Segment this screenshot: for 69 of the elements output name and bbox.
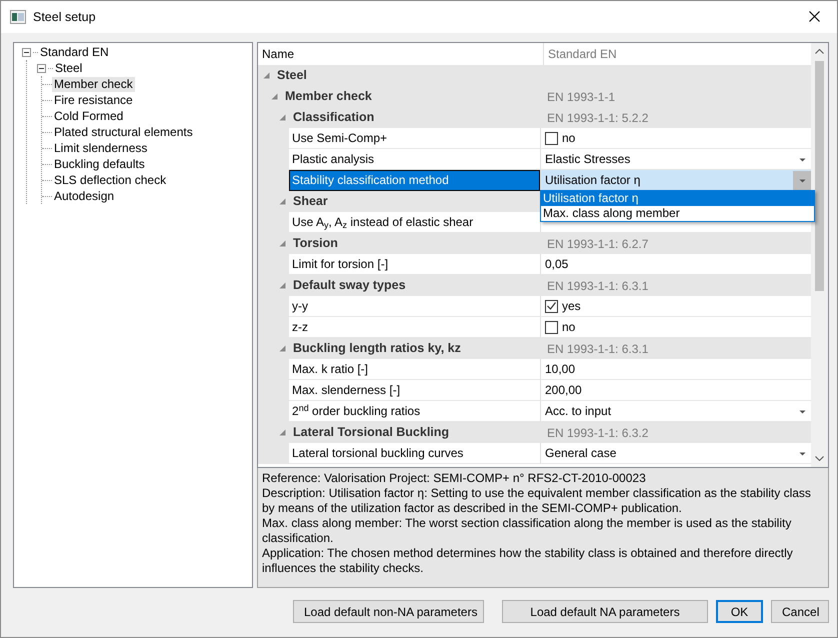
category-label: Lateral Torsional Buckling: [293, 424, 450, 442]
tree-item[interactable]: Standard EN: [38, 44, 111, 60]
caret-icon: [798, 452, 806, 456]
category-label: Classification: [293, 109, 374, 126]
checkbox-label: no: [562, 130, 576, 147]
tree-item[interactable]: Buckling defaults: [52, 156, 147, 172]
property-value[interactable]: 200,00: [545, 381, 582, 399]
description-text: Application: The chosen method determines how the stability class is obtained and therefore directly influences the stability checks.: [262, 546, 794, 576]
tree-item[interactable]: Autodesign: [52, 188, 116, 204]
category-reference: EN 1993-1-1: 6.3.2: [547, 424, 648, 442]
collapse-icon[interactable]: [22, 48, 31, 56]
property-name[interactable]: y-y: [289, 296, 540, 317]
category-reference: EN 1993-1-1: [547, 88, 616, 106]
tree-item[interactable]: Plated structural elements: [52, 124, 195, 140]
window-title: Steel setup: [33, 8, 96, 26]
property-name[interactable]: Max. slenderness [-]: [289, 380, 540, 401]
scroll-down-icon: [815, 456, 824, 461]
tree-item[interactable]: Member check: [52, 76, 135, 92]
property-name[interactable]: Plastic analysis: [289, 149, 540, 170]
caret-icon: [798, 158, 806, 162]
property-name[interactable]: z-z: [289, 317, 540, 338]
checkbox[interactable]: [545, 320, 558, 334]
close-icon: [808, 11, 820, 22]
category-reference: EN 1993-1-1: 6.2.7: [547, 236, 648, 252]
dialog-button[interactable]: Load default NA parameters: [502, 600, 708, 623]
checkbox-label: no: [562, 319, 576, 336]
category-label: Member check: [285, 88, 372, 106]
scrollbar[interactable]: [811, 43, 828, 467]
category-label: Shear: [293, 193, 328, 210]
dialog-button[interactable]: OK: [716, 600, 763, 623]
tree-item[interactable]: Cold Formed: [52, 108, 126, 124]
app-icon: [10, 10, 26, 24]
property-value[interactable]: 0,05: [545, 255, 568, 273]
column-header[interactable]: Name: [258, 43, 543, 65]
description-text: Max. class along member: The worst section classification along the member is used as the stability classification.: [262, 516, 792, 546]
category-label: Torsion: [293, 235, 338, 252]
scroll-thumb[interactable]: [815, 61, 824, 291]
property-name[interactable]: Limit for torsion [-]: [289, 254, 540, 275]
scroll-up-icon: [815, 49, 824, 54]
property-name[interactable]: Use A$_{y}$, A$_{z}$ instead of elastic shear: [289, 212, 540, 233]
property-name[interactable]: Max. k ratio [-]: [289, 359, 540, 380]
property-name[interactable]: Stability classification method: [289, 170, 540, 191]
category-label: Steel: [277, 67, 307, 84]
category-label: Default sway types: [293, 277, 406, 294]
property-name[interactable]: Lateral torsional buckling curves: [289, 443, 540, 464]
category-label: Buckling length ratios ky, kz: [293, 340, 461, 358]
checkbox[interactable]: [545, 300, 558, 312]
checkbox[interactable]: [545, 132, 558, 144]
dropdown-button[interactable]: [793, 171, 811, 190]
dialog-button[interactable]: Cancel: [771, 600, 829, 623]
caret-icon: [798, 178, 806, 182]
dropdown-option[interactable]: Max. class along member: [541, 206, 814, 221]
dropdown-option[interactable]: Utilisation factor η: [541, 191, 814, 206]
property-value[interactable]: 10,00: [545, 360, 576, 378]
collapse-icon[interactable]: [37, 64, 46, 72]
category-reference: EN 1993-1-1: 6.3.1: [547, 278, 648, 294]
category-reference: EN 1993-1-1: 6.3.1: [547, 340, 648, 358]
checkbox-label: yes: [562, 298, 581, 315]
tree-item[interactable]: Fire resistance: [52, 92, 135, 108]
tree-item[interactable]: Limit slenderness: [52, 140, 150, 156]
caret-icon: [798, 410, 806, 414]
description-text: Reference: Valorisation Project: SEMI-COMP+ n° RFS2-CT-2010-00023: [262, 471, 647, 486]
tree-item[interactable]: SLS deflection check: [52, 172, 168, 188]
description-text: Description: Utilisation factor η: Setting to use the equivalent member classification as the stability class by means of the utilization factor as described in the SEMI-COMP+ publication.: [262, 486, 812, 516]
property-name[interactable]: Use Semi-Comp+: [289, 128, 540, 149]
dialog-button[interactable]: Load default non-NA parameters: [293, 600, 484, 623]
category-reference: EN 1993-1-1: 5.2.2: [547, 110, 648, 126]
property-name[interactable]: 2$^{nd}$ order buckling ratios: [289, 401, 540, 422]
tree-item[interactable]: Steel: [53, 60, 84, 76]
